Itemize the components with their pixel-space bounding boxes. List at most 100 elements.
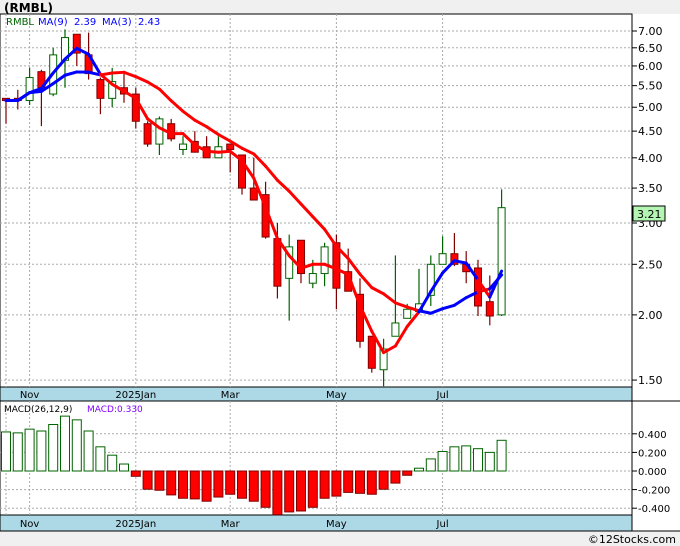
macd-tick-label: -0.200 xyxy=(638,486,670,497)
candle-down xyxy=(485,301,494,317)
x-tick-label: May xyxy=(326,390,347,401)
macd-bar-positive xyxy=(71,419,82,472)
macd-bar-positive xyxy=(461,445,472,472)
legend-ma3-value: 2.43 xyxy=(138,17,160,28)
candle-up xyxy=(438,253,447,265)
x-tick-label: Nov xyxy=(20,519,40,530)
macd-bar-negative xyxy=(390,470,401,484)
macd-bar-negative xyxy=(272,470,283,516)
macd-value: MACD:0.330 xyxy=(87,405,143,415)
candle-up xyxy=(308,273,317,284)
macd-bar-positive xyxy=(36,430,47,472)
macd-bar-negative xyxy=(355,470,365,494)
x-tick-label: Jul xyxy=(436,519,449,530)
macd-bar-negative xyxy=(248,470,259,502)
macd-bar-positive xyxy=(449,446,460,472)
price-tick-label: 2.50 xyxy=(638,258,663,271)
macd-tick-label: 0.000 xyxy=(638,467,667,478)
ma9-segment xyxy=(110,70,126,75)
macd-bar-negative xyxy=(402,470,413,476)
macd-bar-negative xyxy=(343,470,354,493)
candle-up xyxy=(391,322,400,337)
macd-bar-negative xyxy=(307,470,318,508)
macd-tick-label: 0.200 xyxy=(638,448,667,459)
legend-ma3-label: MA(3) xyxy=(102,17,132,28)
macd-bar-negative xyxy=(284,470,295,513)
ma3-segment xyxy=(205,149,220,154)
macd-bar-negative xyxy=(201,470,212,502)
macd-tick-label: -0.400 xyxy=(638,504,670,515)
macd-bar-positive xyxy=(60,415,70,472)
price-panel xyxy=(0,13,633,388)
price-tick-label: 4.00 xyxy=(638,152,663,165)
macd-bar-negative xyxy=(130,470,141,477)
price-tick-label: 1.50 xyxy=(638,374,663,387)
macd-bar-positive xyxy=(119,463,129,472)
ma3-segment xyxy=(216,149,232,154)
price-tick-label: 7.00 xyxy=(638,25,663,38)
candle-down xyxy=(474,267,482,307)
candle-down xyxy=(367,335,376,369)
candle-up xyxy=(25,77,34,102)
macd-bar-negative xyxy=(237,470,247,499)
legend-ma9-value: 2.39 xyxy=(74,17,96,28)
macd-bar-positive xyxy=(484,451,495,472)
x-tick-label: Jul xyxy=(436,390,449,401)
macd-bar-negative xyxy=(296,470,306,512)
price-tick-label: 4.50 xyxy=(638,125,663,138)
candle-down xyxy=(143,123,152,145)
x-tick-label: Nov xyxy=(20,390,40,401)
macd-label: MACD(26,12,9) xyxy=(4,405,72,415)
x-tick-label: 2025Jan xyxy=(115,519,156,530)
macd-bar-negative xyxy=(366,470,377,495)
macd-bar-positive xyxy=(425,458,436,472)
macd-bar-positive xyxy=(12,432,23,472)
candle-up xyxy=(403,308,412,319)
macd-bar-negative xyxy=(213,470,224,498)
last-price-value: 3.21 xyxy=(637,208,662,221)
macd-bar-positive xyxy=(414,467,424,472)
copyright: ©12Stocks.com xyxy=(588,533,676,546)
x-tick-label: 2025Jan xyxy=(115,390,156,401)
price-tick-label: 6.50 xyxy=(638,42,663,55)
x-tick-label: May xyxy=(326,519,347,530)
macd-bar-negative xyxy=(178,470,188,499)
candle-down xyxy=(273,238,282,287)
macd-bar-positive xyxy=(496,439,507,472)
chart-title: (RMBL) xyxy=(4,1,53,15)
candle-up xyxy=(155,118,164,145)
price-tick-label: 2.00 xyxy=(638,309,663,322)
candle-down xyxy=(96,79,105,99)
macd-bar-positive xyxy=(437,450,448,472)
macd-bar-negative xyxy=(378,470,389,490)
stock-chart: (RMBL) 7.00 6.50 6.00 5.50 5.00 4.50 4.00 3.50 3… xyxy=(0,1,680,546)
macd-bar-positive xyxy=(48,424,59,472)
legend-symbol: RMBL xyxy=(6,17,34,28)
candle-up xyxy=(497,207,506,316)
candle-up xyxy=(179,143,187,150)
macd-x-axis-band xyxy=(0,514,633,532)
x-tick-label: Mar xyxy=(221,519,241,530)
macd-bar-positive xyxy=(95,446,106,472)
price-tick-label: 5.50 xyxy=(638,80,663,93)
macd-bar-negative xyxy=(166,470,177,496)
price-tick-label: 6.00 xyxy=(638,60,663,73)
candle-down xyxy=(249,187,258,201)
macd-bar-negative xyxy=(142,470,153,490)
macd-bar-negative xyxy=(260,470,271,508)
macd-bar-positive xyxy=(83,430,94,472)
price-x-axis-band xyxy=(0,386,633,402)
legend: RMBL MA(9) 2.39 MA(3) 2.43 xyxy=(6,17,160,28)
price-tick-label: 3.50 xyxy=(638,182,663,195)
macd-bar-positive xyxy=(107,454,118,472)
macd-tick-label: 0.400 xyxy=(638,430,667,441)
macd-bar-negative xyxy=(225,470,236,495)
legend-ma9-label: MA(9) xyxy=(38,17,68,28)
macd-bar-positive xyxy=(1,431,11,472)
x-tick-label: Mar xyxy=(221,390,241,401)
macd-bar-positive xyxy=(473,448,483,472)
candle-down xyxy=(226,143,235,150)
macd-bar-negative xyxy=(319,470,330,499)
macd-bar-negative xyxy=(189,470,200,500)
macd-bar-negative xyxy=(331,470,342,497)
